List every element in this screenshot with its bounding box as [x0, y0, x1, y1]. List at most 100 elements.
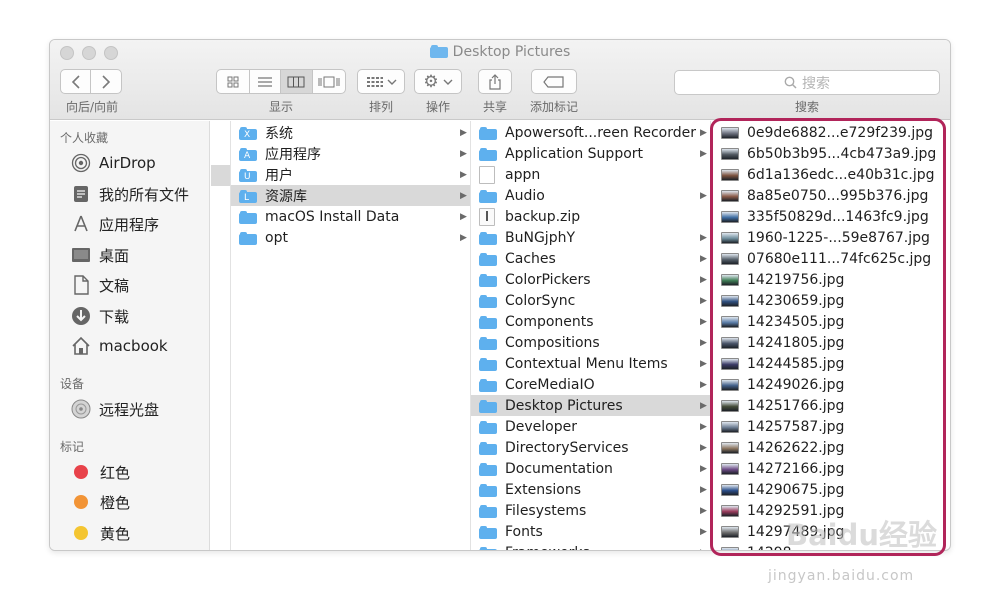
- folder-icon: [479, 189, 497, 203]
- column-2-row[interactable]: Application Support ▶: [471, 143, 710, 164]
- applications-icon: [70, 213, 92, 235]
- column-2-row[interactable]: DirectoryServices ▶: [471, 437, 710, 458]
- column-2-row[interactable]: BuNGjphY ▶: [471, 227, 710, 248]
- chevron-right-icon: ▶: [700, 505, 707, 516]
- chevron-right-icon: ▶: [700, 421, 707, 432]
- folder-icon: [479, 504, 497, 518]
- column-2-row-selected[interactable]: Desktop Pictures ▶: [471, 395, 710, 416]
- chevron-right-icon: ▶: [700, 400, 707, 411]
- chevron-right-icon: ▶: [700, 526, 707, 537]
- sidebar-item-downloads[interactable]: 下载: [70, 304, 129, 328]
- yellow-tag-icon: [74, 526, 88, 540]
- chevron-right-icon: ▶: [460, 127, 467, 138]
- columns-icon: [287, 76, 305, 87]
- column-1-row-selected[interactable]: L 资源库 ▶: [231, 185, 470, 206]
- column-2-row[interactable]: backup.zip: [471, 206, 710, 227]
- sidebar-item-documents[interactable]: 文稿: [70, 273, 129, 297]
- devices-heading: 设备: [60, 377, 85, 391]
- favorites-heading: 个人收藏: [60, 131, 109, 145]
- icon-view-button[interactable]: [217, 70, 250, 93]
- folder-icon: [479, 462, 497, 476]
- column-1-row[interactable]: A 应用程序 ▶: [231, 143, 470, 164]
- watermark-url: jingyan.baidu.com: [768, 568, 915, 584]
- folder-icon: [479, 483, 497, 497]
- chevron-left-icon: [71, 74, 80, 89]
- tags-label: 添加标记: [529, 100, 578, 114]
- cover-flow-icon: [318, 76, 340, 87]
- folder-icon: [239, 210, 257, 224]
- applications-folder-icon: A: [239, 147, 257, 161]
- column-2-row[interactable]: Apowersoft...reen Recorder ▶: [471, 122, 710, 143]
- sidebar-item-desktop[interactable]: 桌面: [70, 243, 129, 267]
- sidebar-item-tag-red[interactable]: 红色: [70, 460, 130, 484]
- chevron-right-icon: ▶: [700, 190, 707, 201]
- chevron-right-icon: ▶: [700, 442, 707, 453]
- chevron-right-icon: ▶: [700, 484, 707, 495]
- sidebar: 个人收藏 AirDrop 我的所有文件 应用程序 桌面 文稿 下载 macboo…: [50, 121, 210, 550]
- chevron-down-icon: [387, 79, 396, 85]
- grid-icon: [227, 76, 239, 87]
- folder-icon: [479, 315, 497, 329]
- search-input[interactable]: 搜索: [674, 70, 940, 95]
- column-2-row[interactable]: Contextual Menu Items ▶: [471, 353, 710, 374]
- column-2-row[interactable]: Developer ▶: [471, 416, 710, 437]
- column-1-row[interactable]: opt ▶: [231, 227, 470, 248]
- folder-icon: [479, 441, 497, 455]
- chevron-right-icon: ▶: [460, 232, 467, 243]
- column-1-row[interactable]: macOS Install Data ▶: [231, 206, 470, 227]
- sidebar-item-airdrop[interactable]: AirDrop: [70, 151, 156, 175]
- file-icon: [479, 165, 495, 184]
- sidebar-item-remote-disc[interactable]: 远程光盘: [70, 397, 159, 421]
- column-2-row[interactable]: Compositions ▶: [471, 332, 710, 353]
- action-button[interactable]: ⚙: [414, 69, 462, 94]
- column-2-row[interactable]: Caches ▶: [471, 248, 710, 269]
- chevron-right-icon: ▶: [700, 316, 707, 327]
- column-1-row[interactable]: U 用户 ▶: [231, 164, 470, 185]
- system-folder-icon: X: [239, 126, 257, 140]
- chevron-right-icon: ▶: [700, 358, 707, 369]
- column-2-row[interactable]: Audio ▶: [471, 185, 710, 206]
- home-icon: [70, 335, 92, 357]
- column-root: [211, 121, 231, 550]
- column-2-row[interactable]: Frameworks▶: [471, 542, 710, 551]
- list-icon: [257, 76, 272, 87]
- tags-button[interactable]: [531, 69, 577, 94]
- column-2-row[interactable]: Filesystems ▶: [471, 500, 710, 521]
- chevron-down-icon: [443, 79, 453, 85]
- chevron-right-icon: ▶: [460, 169, 467, 180]
- column-2-row[interactable]: Fonts ▶: [471, 521, 710, 542]
- desktop-icon: [70, 244, 92, 266]
- folder-icon: [479, 294, 497, 308]
- folder-icon: [479, 126, 497, 140]
- arrange-button[interactable]: [357, 69, 405, 94]
- back-button[interactable]: [61, 70, 92, 93]
- folder-icon: [479, 357, 497, 371]
- documents-icon: [70, 274, 92, 296]
- column-2-row[interactable]: Extensions ▶: [471, 479, 710, 500]
- sidebar-item-home[interactable]: macbook: [70, 334, 168, 358]
- gallery-view-button[interactable]: [313, 70, 345, 93]
- chevron-right-icon: ▶: [460, 190, 467, 201]
- search-label: 搜索: [794, 100, 819, 114]
- sidebar-item-all-files[interactable]: 我的所有文件: [70, 182, 189, 206]
- sidebar-item-tag-orange[interactable]: 橙色: [70, 490, 130, 514]
- column-2-row[interactable]: Components ▶: [471, 311, 710, 332]
- column-2-row[interactable]: ColorPickers ▶: [471, 269, 710, 290]
- sidebar-item-applications[interactable]: 应用程序: [70, 212, 159, 236]
- list-view-button[interactable]: [250, 70, 282, 93]
- chevron-right-icon: ▶: [700, 548, 707, 551]
- column-2-row[interactable]: CoreMediaIO ▶: [471, 374, 710, 395]
- column-1-row[interactable]: X 系统 ▶: [231, 122, 470, 143]
- sidebar-item-tag-yellow[interactable]: 黄色: [70, 521, 130, 545]
- users-folder-icon: U: [239, 168, 257, 182]
- chevron-right-icon: ▶: [700, 337, 707, 348]
- column-2-row[interactable]: appn: [471, 164, 710, 185]
- arrange-icon: [366, 76, 383, 87]
- column-view-button[interactable]: [281, 70, 313, 93]
- selected-root-row[interactable]: [211, 165, 230, 186]
- column-2-row[interactable]: ColorSync ▶: [471, 290, 710, 311]
- column-2-row[interactable]: Documentation ▶: [471, 458, 710, 479]
- share-button[interactable]: [478, 69, 512, 94]
- forward-button[interactable]: [91, 70, 121, 93]
- folder-icon: [479, 252, 497, 266]
